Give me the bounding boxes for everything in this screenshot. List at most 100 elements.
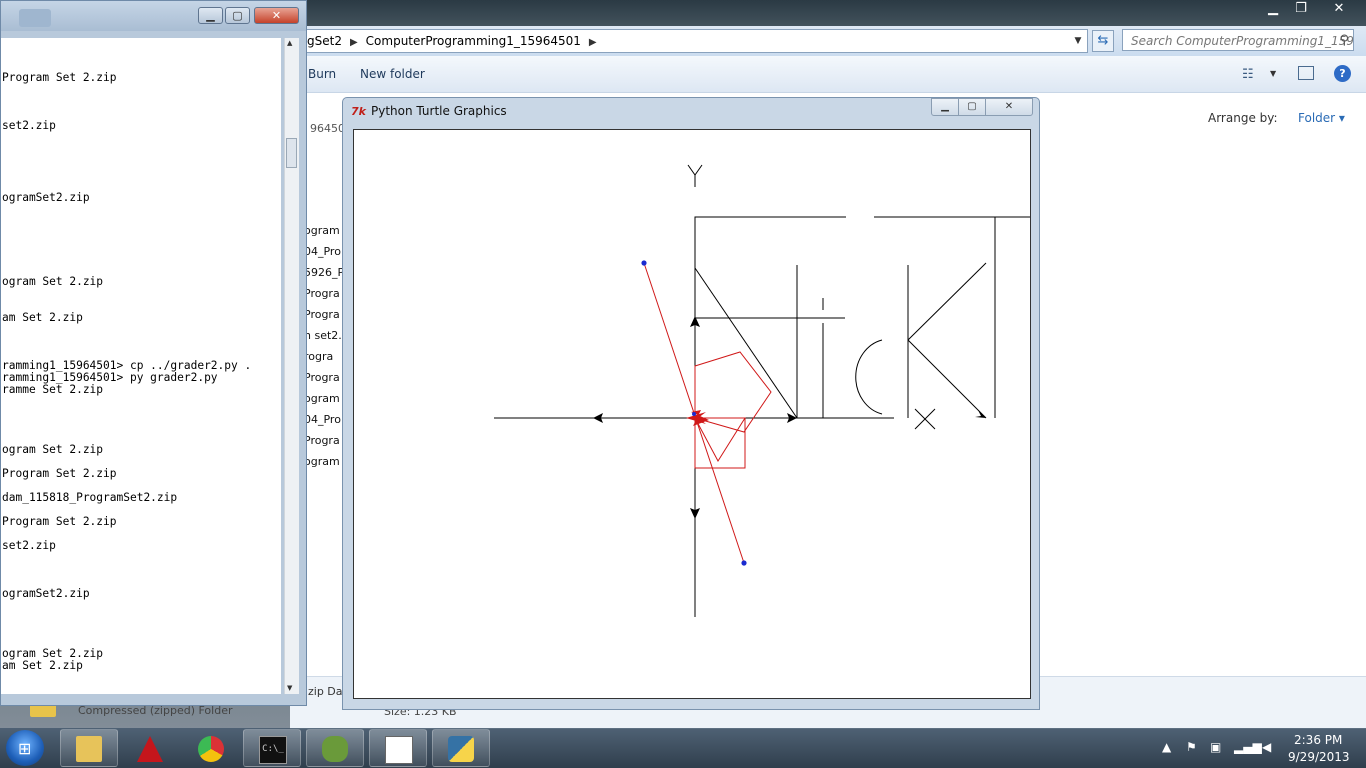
scroll-down-icon[interactable]: ▼ (287, 684, 292, 692)
close-button[interactable]: ✕ (985, 98, 1033, 116)
file-list-item[interactable]: 04_Pro (304, 413, 341, 426)
file-list-item[interactable]: 04_Pro (304, 245, 341, 258)
address-row: gSet2 ▶ ComputerProgramming1_15964501 ▶ ▼ ⇆… (290, 26, 1366, 56)
stick-lettering (694, 216, 1030, 419)
refresh-button[interactable]: ⇆ (1092, 30, 1114, 52)
chevron-down-icon[interactable]: ▼ (1270, 69, 1276, 78)
taskbar-cmd-button[interactable]: C:\_ (243, 729, 301, 767)
console-line: dam_115818_ProgramSet2.zip (2, 491, 178, 504)
explorer-icon (76, 736, 102, 762)
autocad-lt-icon (137, 736, 163, 762)
axis-lines (494, 318, 894, 617)
close-button[interactable]: ✕ (254, 7, 299, 24)
maximize-button[interactable]: ▢ (225, 7, 250, 24)
new-folder-button[interactable]: New folder (360, 67, 425, 81)
file-list-item[interactable]: rogra (304, 350, 333, 363)
taskbar-autocad-button[interactable] (121, 729, 179, 767)
file-list-item[interactable]: n set2. (304, 329, 342, 342)
show-hidden-icons-icon[interactable]: ▲ (1162, 740, 1171, 754)
letter-a-diagonal (694, 267, 798, 419)
chrome-icon (198, 736, 224, 762)
restore-icon[interactable]: ❐ (1288, 0, 1314, 18)
maximize-button[interactable]: ▢ (958, 98, 986, 116)
minimize-icon[interactable]: ▁ (1260, 0, 1286, 18)
console-line: set2.zip (2, 119, 56, 132)
clock-time[interactable]: 2:36 PM (1294, 733, 1342, 747)
start-button[interactable]: ⊞ (6, 730, 44, 766)
console-output[interactable]: Program Set 2.zip set2.zip ogramSet2.zip og… (1, 38, 281, 694)
console-line: ogramSet2.zip (2, 587, 90, 600)
help-icon[interactable]: ? (1334, 65, 1351, 82)
letter-k-lower (907, 339, 987, 419)
close-icon[interactable]: ✕ (1326, 0, 1352, 18)
console-line: Program Set 2.zip (2, 71, 117, 84)
arrange-by-label: Arrange by: (1208, 111, 1278, 125)
scroll-thumb[interactable] (286, 138, 297, 168)
taskbar-chrome-button[interactable] (182, 729, 240, 767)
turtle-window: 7k Python Turtle Graphics ▁ ▢ ✕ (342, 97, 1040, 710)
taskbar-chart-button[interactable] (369, 729, 427, 767)
red-shapes (643, 262, 772, 564)
clock-date[interactable]: 9/29/2013 (1288, 750, 1350, 764)
turtle-canvas[interactable] (353, 129, 1031, 699)
blue-dot-origin (692, 412, 696, 416)
file-list-item[interactable]: Progra (304, 434, 340, 447)
minimize-button[interactable]: ▁ (931, 98, 959, 116)
minimize-button[interactable]: ▁ (198, 7, 223, 24)
console-scrollbar[interactable]: ▲ ▼ (284, 38, 299, 694)
device-icon[interactable]: ▣ (1210, 740, 1221, 754)
windows-logo-icon: ⊞ (18, 739, 32, 758)
x-axis-label (914, 408, 936, 430)
window-title: Python Turtle Graphics (371, 104, 507, 118)
search-placeholder: Search ComputerProgramming1_1596... (1131, 34, 1354, 48)
file-list-item[interactable]: ogram (304, 455, 340, 468)
console-icon (19, 9, 51, 27)
console-line: am Set 2.zip (2, 311, 83, 324)
console-line: ogram Set 2.zip (2, 275, 104, 288)
console-line: set2.zip (2, 539, 56, 552)
console-line: ramme Set 2.zip (2, 383, 104, 396)
burn-button[interactable]: Burn (308, 67, 336, 81)
taskbar: ⊞ C:\_ ▲ ⚑ ▣ ▂▄▆ ◀ 2:36 PM 9/29/2013 (0, 728, 1366, 768)
breadcrumb-segment-1[interactable]: gSet2 (303, 34, 346, 48)
file-list-item[interactable]: Progra (304, 371, 340, 384)
taskbar-idle-button[interactable] (306, 729, 364, 767)
chevron-right-icon[interactable]: ▶ (346, 37, 362, 48)
file-list-item[interactable]: ogram (304, 224, 340, 237)
console-line: ogram Set 2.zip (2, 443, 104, 456)
letter-k-upper (907, 262, 987, 341)
file-list-item[interactable]: Progra (304, 308, 340, 321)
explorer-title-bar: ▁ ❐ ✕ (290, 0, 1366, 26)
file-list-item[interactable]: Progra (304, 287, 340, 300)
file-list-item[interactable]: 5926_P (304, 266, 344, 279)
preview-pane-icon[interactable] (1298, 66, 1314, 80)
python-icon (448, 736, 474, 762)
taskbar-python-button[interactable] (432, 729, 490, 767)
turtle-drawing (494, 164, 1030, 617)
console-line: ogramSet2.zip (2, 191, 90, 204)
console-title-bar: ▁ ▢ ✕ (1, 1, 306, 31)
console-window: ▁ ▢ ✕ Program Set 2.zip set2.zip ogramSet2… (0, 0, 307, 706)
volume-icon[interactable]: ◀ (1262, 740, 1271, 754)
chevron-down-icon[interactable]: ▼ (1069, 30, 1087, 52)
scroll-up-icon[interactable]: ▲ (287, 39, 292, 47)
search-input[interactable]: Search ComputerProgramming1_1596... ⚲ (1122, 29, 1354, 51)
file-list-item[interactable]: ogram (304, 392, 340, 405)
view-options-icon[interactable]: ☷ (1242, 67, 1254, 82)
action-center-flag-icon[interactable]: ⚑ (1186, 740, 1197, 754)
letter-c (855, 339, 883, 415)
y-axis-label (687, 164, 703, 187)
network-signal-icon[interactable]: ▂▄▆ (1234, 740, 1262, 754)
address-bar[interactable]: gSet2 ▶ ComputerProgramming1_15964501 ▶ ▼ (302, 29, 1088, 53)
blue-dot-bottom (741, 560, 747, 566)
command-bar: Burn New folder ☷ ▼ ? (290, 56, 1366, 93)
breadcrumb-segment-2[interactable]: ComputerProgramming1_15964501 (362, 34, 585, 48)
taskbar-explorer-button[interactable] (60, 729, 118, 767)
idle-icon (322, 736, 348, 762)
chevron-right-icon[interactable]: ▶ (585, 37, 601, 48)
blue-dot-top (641, 260, 647, 266)
tk-feather-icon: 7k (351, 105, 366, 118)
search-icon[interactable]: ⚲ (1339, 30, 1349, 50)
arrange-by-dropdown[interactable]: Folder ▾ (1298, 111, 1345, 125)
cmd-icon: C:\_ (259, 736, 287, 764)
